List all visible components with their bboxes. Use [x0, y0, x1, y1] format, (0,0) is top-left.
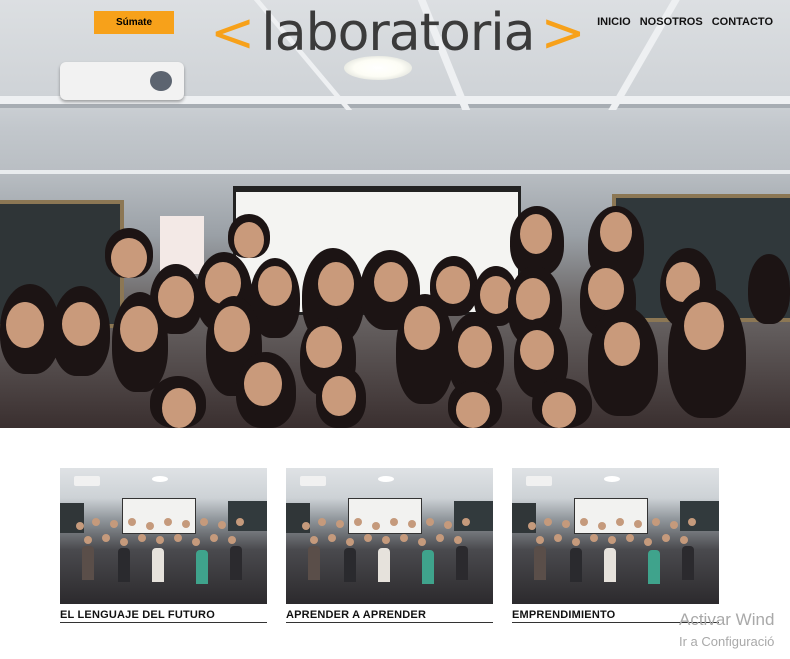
- main-nav: INICIO NOSOTROS CONTACTO: [588, 16, 773, 28]
- crowd: [0, 206, 790, 428]
- hero-photo: [0, 0, 790, 428]
- card-emprendimiento[interactable]: EMPRENDIMIENTO: [512, 468, 719, 623]
- ceiling-shadow: [0, 104, 790, 108]
- laboratoria-logo[interactable]: < laboratoria >: [210, 2, 586, 64]
- logo-word: laboratoria: [261, 3, 535, 63]
- activation-watermark-subtitle: Ir a Configuració: [679, 634, 775, 649]
- card-aprender-a-aprender[interactable]: APRENDER A APRENDER: [286, 468, 493, 623]
- card-title[interactable]: EL LENGUAJE DEL FUTURO: [60, 609, 267, 623]
- card-photo[interactable]: [60, 468, 267, 604]
- card-photo[interactable]: [512, 468, 719, 604]
- logo-bracket-right: >: [540, 1, 586, 64]
- nav-nosotros[interactable]: NOSOTROS: [640, 16, 703, 28]
- logo-bracket-left: <: [210, 1, 256, 64]
- wall-line: [0, 170, 790, 174]
- card-title[interactable]: APRENDER A APRENDER: [286, 609, 493, 623]
- nav-inicio[interactable]: INICIO: [597, 16, 631, 28]
- nav-contacto[interactable]: CONTACTO: [712, 16, 773, 28]
- card-photo[interactable]: [286, 468, 493, 604]
- join-button[interactable]: Súmate: [94, 11, 174, 34]
- activation-watermark-title: Activar Wind: [679, 610, 775, 629]
- projector: [60, 62, 184, 100]
- card-el-lenguaje-del-futuro[interactable]: EL LENGUAJE DEL FUTURO: [60, 468, 267, 623]
